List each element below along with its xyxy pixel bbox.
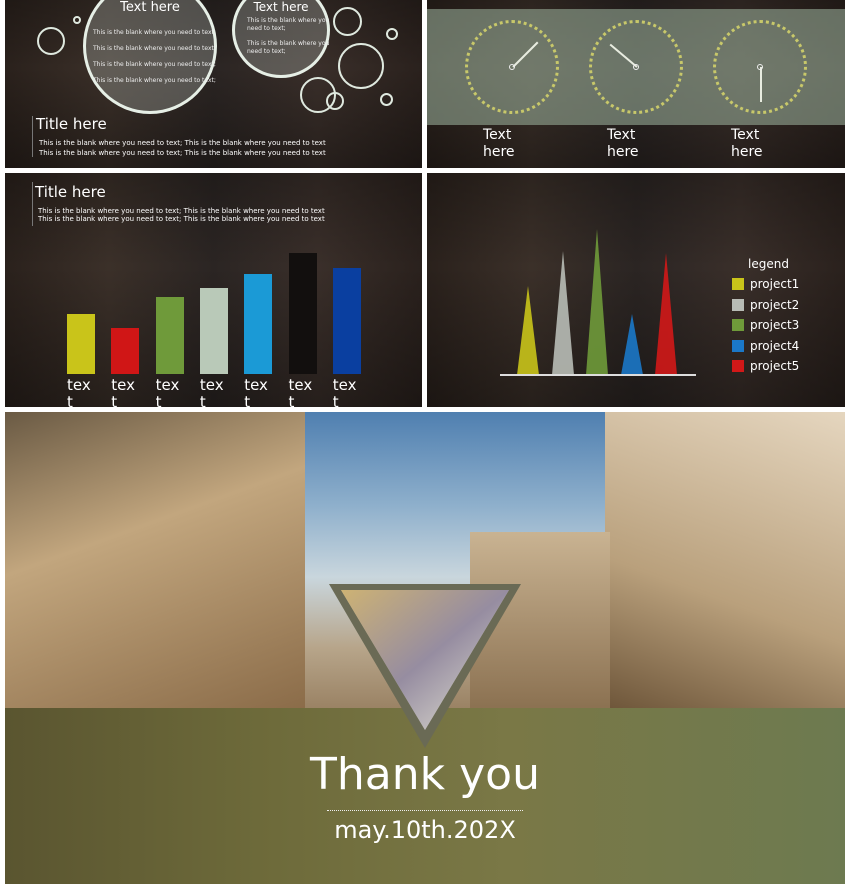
legend-label: project1 — [750, 277, 800, 292]
clock-icon — [713, 20, 807, 114]
bar-label: tex t — [111, 376, 136, 408]
line: This is the blank where you need to text… — [247, 17, 330, 32]
slide-clocks[interactable]: Text here Text here Text here — [427, 0, 845, 168]
building-right — [605, 412, 845, 712]
legend-swatch — [732, 319, 744, 332]
line: This is the blank where you need to text… — [93, 29, 216, 36]
triangle-mark — [620, 314, 643, 375]
divider — [32, 116, 33, 157]
circle-text: This is the blank where you need to text… — [247, 17, 342, 56]
clock-label: Text here — [607, 127, 639, 160]
line: This is the blank where you need to text… — [93, 61, 216, 68]
slide-triangle-chart[interactable]: legend project1 project2 project3 project4 p… — [427, 173, 845, 407]
line: This is the blank where you need to text… — [39, 139, 326, 147]
decor-circle — [386, 28, 398, 40]
decor-circle — [37, 27, 65, 55]
building-left — [5, 412, 305, 712]
legend-swatch — [732, 298, 744, 311]
legend-swatch — [732, 339, 744, 352]
decor-circle — [326, 92, 344, 110]
bar — [67, 313, 95, 374]
clock-label: Text here — [731, 127, 763, 160]
line: This is the blank where you need to text… — [93, 45, 216, 52]
decor-circle — [380, 93, 393, 106]
divider — [32, 182, 33, 226]
clock-hand — [760, 67, 762, 102]
divider — [327, 810, 523, 811]
clock-icon — [465, 20, 559, 114]
bar-chart — [67, 213, 367, 374]
circle-text: This is the blank where you need to text… — [93, 29, 233, 85]
bar-labels: tex t tex t tex t tex t tex t tex t tex t — [67, 376, 387, 408]
legend-item: project2 — [732, 295, 799, 316]
line: This is the blank where you need to text… — [247, 40, 330, 55]
legend-item: project1 — [732, 274, 799, 295]
line: This is the blank where you need to text… — [93, 77, 216, 84]
bar — [111, 328, 140, 374]
bar-label: tex t — [288, 376, 313, 408]
thank-you-title: Thank you — [310, 749, 540, 800]
circle-heading: Text here — [120, 0, 180, 15]
slide-circles[interactable]: Text here This is the blank where you ne… — [5, 0, 422, 168]
bar — [332, 267, 361, 374]
clock-hand — [512, 41, 539, 68]
slide-body: This is the blank where you need to text… — [39, 138, 326, 158]
clock-row: Text here Text here Text here — [427, 0, 845, 168]
bar — [288, 253, 317, 374]
triangle-photo-frame — [329, 584, 521, 748]
legend-item: project3 — [732, 315, 799, 336]
slide-thank-you[interactable]: Thank you may.10th.202X — [5, 412, 845, 884]
clock-center — [509, 64, 515, 70]
slide-title: Title here — [35, 183, 106, 201]
decor-circle — [73, 16, 81, 24]
bar-label: tex t — [199, 376, 224, 408]
line: This is the blank where you need to text… — [39, 149, 326, 157]
legend: project1 project2 project3 project4 project5 — [732, 274, 799, 377]
legend-label: project5 — [750, 359, 800, 374]
legend-item: project5 — [732, 356, 799, 377]
legend-swatch — [732, 360, 744, 373]
legend-swatch — [732, 278, 744, 291]
bar — [155, 296, 184, 374]
bar-label: tex t — [67, 376, 91, 408]
legend-title: legend — [748, 257, 789, 271]
bar-label: tex t — [332, 376, 357, 408]
clock-label: Text here — [483, 127, 515, 160]
decor-circle — [333, 7, 362, 36]
clock-center — [633, 64, 639, 70]
bar-label: tex t — [244, 376, 268, 408]
baseline — [500, 374, 696, 376]
triangle-mark — [586, 229, 608, 375]
legend-item: project4 — [732, 336, 799, 357]
slide-title: Title here — [36, 115, 107, 133]
clock-icon — [589, 20, 683, 114]
date-text: may.10th.202X — [334, 816, 516, 844]
slide-bar-chart[interactable]: Title here This is the blank where you n… — [5, 173, 422, 407]
circle-heading: Text here — [253, 0, 309, 14]
legend-label: project2 — [750, 297, 800, 312]
bar-label: tex t — [155, 376, 180, 408]
bar — [244, 273, 273, 374]
legend-label: project4 — [750, 338, 800, 353]
triangle-mark — [551, 251, 574, 375]
triangle-mark — [517, 286, 539, 375]
clock-center — [757, 64, 763, 70]
decor-circle — [338, 43, 384, 89]
triangle-chart — [517, 203, 717, 375]
triangle-mark — [655, 253, 677, 375]
bar — [199, 288, 228, 374]
legend-label: project3 — [750, 318, 800, 333]
